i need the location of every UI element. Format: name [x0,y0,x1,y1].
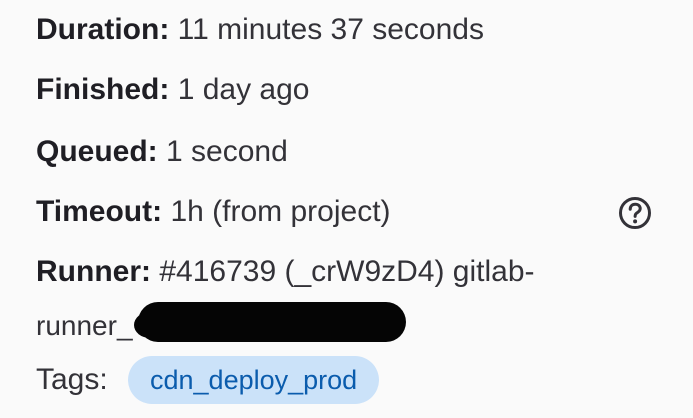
finished-label: Finished: [36,73,170,106]
queued-label: Queued: [36,135,158,168]
runner-value: #416739 (_crW9zD4) gitlab- [159,255,535,288]
redaction-bar [138,302,406,342]
question-circle-icon[interactable] [618,196,652,230]
runner-value-continuation: runner_ [36,306,133,346]
duration-label: Duration: [36,13,170,46]
tags-label: Tags: [36,363,108,396]
timeout-label: Timeout: [36,195,163,228]
finished-row: Finished: 1 day ago [36,70,309,110]
duration-value: 11 minutes 37 seconds [177,13,484,46]
tag-cdn-deploy-prod[interactable]: cdn_deploy_prod [128,356,380,404]
runner-row: Runner: #416739 (_crW9zD4) gitlab- [36,252,535,292]
timeout-row: Timeout: 1h (from project) [36,192,391,232]
finished-value: 1 day ago [177,73,310,106]
tags-row: Tags: [36,360,108,400]
runner-label: Runner: [36,255,151,288]
timeout-value: 1h (from project) [170,195,391,228]
queued-value: 1 second [166,135,288,168]
queued-row: Queued: 1 second [36,132,288,172]
duration-row: Duration: 11 minutes 37 seconds [36,10,484,50]
runner-value-line2: runner_ [36,310,133,341]
